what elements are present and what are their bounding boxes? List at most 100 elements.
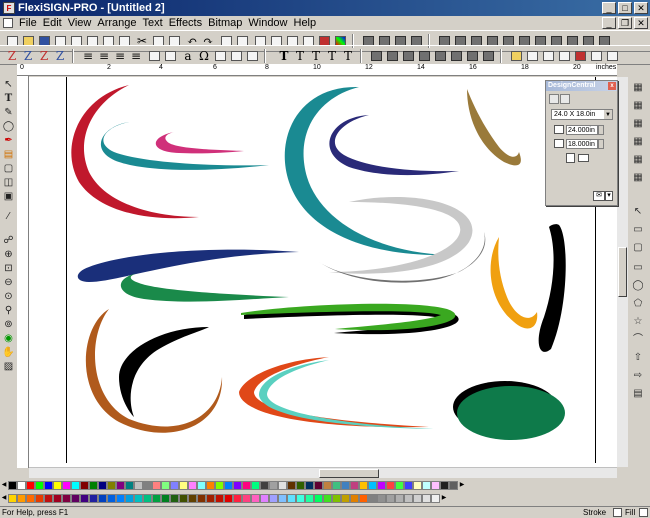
color-swatch[interactable] — [296, 493, 305, 503]
justify-text-icon[interactable]: ≡ — [128, 48, 144, 63]
color-swatch[interactable] — [224, 480, 233, 490]
color-swatch[interactable] — [287, 480, 296, 490]
color-swatch[interactable] — [71, 493, 80, 503]
color-swatch[interactable] — [359, 493, 368, 503]
shape-b-icon[interactable] — [384, 48, 400, 62]
text-fx-b-icon[interactable] — [228, 48, 244, 62]
color-swatch[interactable] — [395, 480, 404, 490]
text-z4-icon[interactable]: Z — [52, 48, 68, 63]
color-swatch[interactable] — [170, 493, 179, 503]
chevron-down-icon[interactable]: ▼ — [604, 110, 612, 119]
color-swatch[interactable] — [314, 480, 323, 490]
shape-tool-icon[interactable]: ▢ — [2, 162, 15, 175]
text-tool-icon[interactable]: T — [276, 48, 292, 63]
color-swatch[interactable] — [116, 480, 125, 490]
horizontal-scroll-thumb[interactable] — [319, 469, 379, 478]
mdi-restore-button[interactable]: ❐ — [618, 17, 632, 29]
node-edit-icon[interactable]: ✎ — [2, 106, 15, 119]
height-spinner[interactable] — [598, 138, 604, 149]
menu-file[interactable]: File — [16, 17, 40, 29]
text-path-icon[interactable] — [162, 48, 178, 62]
rt-shape-a-icon[interactable]: ▭ — [631, 223, 645, 237]
dc-menu-chevron-icon[interactable]: ▾ — [605, 191, 613, 201]
measure-tool-icon[interactable]: ☍ — [2, 234, 15, 247]
color-swatch[interactable] — [161, 493, 170, 503]
distort-tool-icon[interactable]: ◫ — [2, 176, 15, 189]
color-swatch[interactable] — [377, 493, 386, 503]
width-field[interactable]: 24.000in — [566, 124, 598, 135]
color-swatch[interactable] — [404, 493, 413, 503]
color-swatch[interactable] — [179, 480, 188, 490]
color-swatch[interactable] — [422, 493, 431, 503]
menu-window[interactable]: Window — [245, 17, 290, 29]
ellipse-tool-icon[interactable]: ◯ — [2, 120, 15, 133]
rt-c-icon[interactable]: ▦ — [631, 117, 645, 131]
view-c-icon[interactable] — [540, 48, 556, 62]
vertical-scroll-thumb[interactable] — [618, 247, 627, 297]
color-swatch[interactable] — [53, 493, 62, 503]
color-swatch[interactable] — [62, 493, 71, 503]
color-swatch[interactable] — [197, 480, 206, 490]
color-swatch[interactable] — [107, 493, 116, 503]
color-swatch[interactable] — [377, 480, 386, 490]
horizontal-scrollbar[interactable] — [29, 467, 617, 478]
design-central-title[interactable]: DesignCentral x — [546, 81, 617, 91]
select-arrow-icon[interactable]: ↖ — [2, 78, 15, 91]
rt-f-icon[interactable]: ▦ — [631, 171, 645, 185]
color-swatch[interactable] — [404, 480, 413, 490]
color-swatch[interactable] — [17, 493, 26, 503]
text-z-icon[interactable]: Z — [4, 48, 20, 63]
color-swatch[interactable] — [449, 480, 458, 490]
rt-g-icon[interactable]: ▤ — [631, 387, 645, 401]
color-swatch[interactable] — [233, 480, 242, 490]
color-swatch[interactable] — [368, 480, 377, 490]
color-swatch[interactable] — [440, 480, 449, 490]
menu-text[interactable]: Text — [140, 17, 166, 29]
shape-a-icon[interactable] — [368, 48, 384, 62]
shape-e-icon[interactable] — [432, 48, 448, 62]
height-field[interactable]: 18.000in — [566, 138, 598, 149]
color-swatch[interactable] — [359, 480, 368, 490]
color-swatch[interactable] — [431, 480, 440, 490]
portrait-icon[interactable] — [566, 153, 575, 163]
dc-tab-object[interactable] — [560, 94, 570, 104]
color-swatch[interactable] — [260, 480, 269, 490]
palette-scroll-left-icon[interactable]: ◀ — [0, 494, 8, 503]
color-swatch[interactable] — [71, 480, 80, 490]
color-swatch[interactable] — [395, 493, 404, 503]
rt-d-icon[interactable]: ▦ — [631, 135, 645, 149]
text-t3-icon[interactable]: T — [308, 48, 324, 63]
app-icon[interactable]: F — [3, 2, 15, 14]
color-swatch[interactable] — [350, 493, 359, 503]
align-text-right-icon[interactable]: ≡ — [112, 48, 128, 63]
text-t5-icon[interactable]: T — [340, 48, 356, 63]
color-swatch[interactable] — [8, 480, 17, 490]
rt-b-icon[interactable]: ▦ — [631, 99, 645, 113]
rt-a-icon[interactable]: ▦ — [631, 81, 645, 95]
right-arrow-icon[interactable]: ⇨ — [631, 369, 645, 383]
color-swatch[interactable] — [98, 493, 107, 503]
color-swatch[interactable] — [332, 493, 341, 503]
color-swatch[interactable] — [17, 480, 26, 490]
document-icon[interactable] — [3, 18, 13, 28]
color-swatch[interactable] — [107, 480, 116, 490]
pentagon-icon[interactable]: ⬠ — [631, 297, 645, 311]
color-swatch[interactable] — [422, 480, 431, 490]
color-swatch[interactable] — [89, 480, 98, 490]
color-swatch[interactable] — [125, 480, 134, 490]
color-swatch[interactable] — [35, 493, 44, 503]
color-swatch[interactable] — [413, 480, 422, 490]
color-swatch[interactable] — [368, 493, 377, 503]
color-swatch[interactable] — [143, 493, 152, 503]
shape-f-icon[interactable] — [448, 48, 464, 62]
view-e-icon[interactable] — [572, 48, 588, 62]
color-swatch[interactable] — [269, 493, 278, 503]
dc-option-icon[interactable]: ✉ — [593, 191, 605, 201]
color-swatch[interactable] — [251, 480, 260, 490]
zoom-in-icon[interactable]: ⊕ — [2, 248, 15, 261]
color-swatch[interactable] — [161, 480, 170, 490]
menu-arrange[interactable]: Arrange — [94, 17, 139, 29]
color-swatch[interactable] — [143, 480, 152, 490]
color-swatch[interactable] — [287, 493, 296, 503]
color-swatch[interactable] — [278, 480, 287, 490]
